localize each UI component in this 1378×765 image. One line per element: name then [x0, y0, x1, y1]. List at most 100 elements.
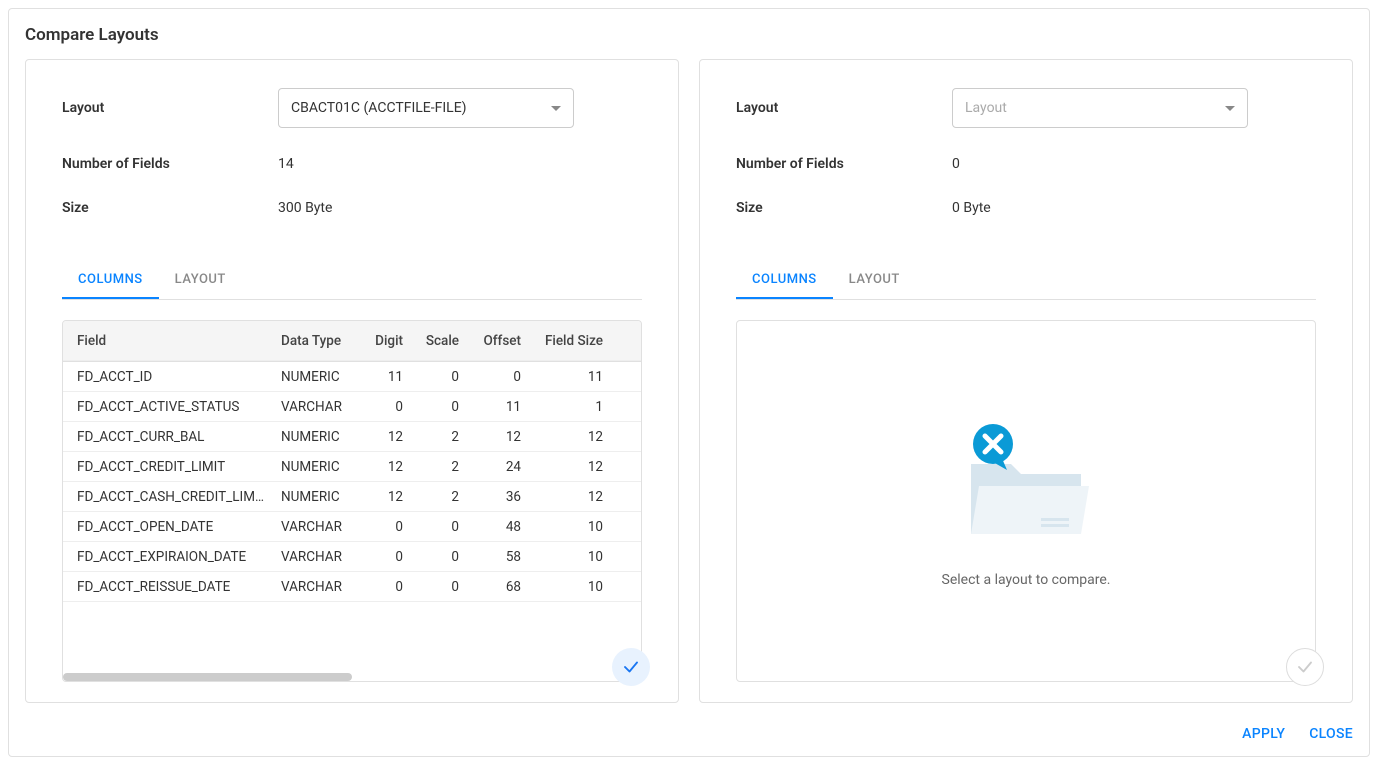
left-layout-row: Layout CBACT01C (ACCTFILE-FILE) [62, 88, 642, 128]
table-cell: 48 [467, 519, 529, 535]
table-cell: 58 [467, 549, 529, 565]
horizontal-scrollbar[interactable] [63, 673, 352, 681]
left-tabs: COLUMNS LAYOUT [62, 262, 642, 300]
table-row[interactable]: FD_ACCT_CREDIT_LIMITNUMERIC1222412 [63, 452, 641, 482]
right-confirm-button[interactable] [1286, 648, 1324, 686]
left-layout-select[interactable]: CBACT01C (ACCTFILE-FILE) [278, 88, 574, 128]
table-body[interactable]: FD_ACCT_IDNUMERIC110011FD_ACCT_ACTIVE_ST… [63, 362, 641, 681]
table-cell: 11 [467, 399, 529, 415]
table-cell: 68 [467, 579, 529, 595]
table-cell: 12 [355, 429, 411, 445]
table-cell: 0 [355, 549, 411, 565]
table-cell: VARCHAR [273, 519, 355, 535]
close-button[interactable]: CLOSE [1309, 726, 1353, 742]
page-title: Compare Layouts [25, 25, 1353, 45]
right-layout-row: Layout Layout [736, 88, 1316, 128]
col-field: Field [63, 333, 273, 349]
table-row[interactable]: FD_ACCT_EXPIRAION_DATEVARCHAR005810 [63, 542, 641, 572]
table-cell: 0 [411, 369, 467, 385]
table-cell: 2 [411, 459, 467, 475]
table-header-row: Field Data Type Digit Scale Offset Field… [63, 321, 641, 361]
table-cell: NUMERIC [273, 459, 355, 475]
table-row[interactable]: FD_ACCT_CURR_BALNUMERIC1221212 [63, 422, 641, 452]
left-table: Field Data Type Digit Scale Offset Field… [62, 320, 642, 682]
table-cell: FD_ACCT_CASH_CREDIT_LIMIT [63, 489, 273, 505]
tab-columns[interactable]: COLUMNS [736, 262, 833, 299]
numfields-label: Number of Fields [736, 156, 952, 172]
table-cell: 2 [411, 489, 467, 505]
table-cell: FD_ACCT_ACTIVE_STATUS [63, 399, 273, 415]
table-cell: 36 [467, 489, 529, 505]
size-label: Size [62, 200, 278, 216]
table-cell: 10 [529, 579, 611, 595]
left-layout-value: CBACT01C (ACCTFILE-FILE) [291, 100, 467, 116]
table-cell: 1 [529, 399, 611, 415]
table-cell: VARCHAR [273, 579, 355, 595]
table-cell: 0 [411, 519, 467, 535]
apply-button[interactable]: APPLY [1242, 726, 1285, 742]
table-cell: 12 [529, 429, 611, 445]
table-header: Field Data Type Digit Scale Offset Field… [63, 321, 641, 362]
table-cell: 24 [467, 459, 529, 475]
table-cell: NUMERIC [273, 489, 355, 505]
table-row[interactable]: FD_ACCT_REISSUE_DATEVARCHAR006810 [63, 572, 641, 602]
table-cell: FD_ACCT_CURR_BAL [63, 429, 273, 445]
compare-layouts-dialog: Compare Layouts Layout CBACT01C (ACCTFIL… [8, 8, 1370, 757]
table-cell: FD_ACCT_OPEN_DATE [63, 519, 273, 535]
right-numfields-value: 0 [952, 156, 960, 172]
col-datatype: Data Type [273, 333, 355, 349]
chevron-down-icon [551, 106, 561, 111]
col-size: Field Size [529, 333, 611, 349]
table-row[interactable]: FD_ACCT_OPEN_DATEVARCHAR004810 [63, 512, 641, 542]
tab-layout[interactable]: LAYOUT [833, 262, 916, 299]
table-cell: 2 [411, 429, 467, 445]
table-cell: 0 [355, 519, 411, 535]
table-cell: 10 [529, 549, 611, 565]
table-cell: 12 [529, 459, 611, 475]
table-cell: 11 [529, 369, 611, 385]
table-cell: FD_ACCT_REISSUE_DATE [63, 579, 273, 595]
layout-label: Layout [736, 100, 952, 116]
left-numfields-row: Number of Fields 14 [62, 156, 642, 172]
right-layout-select[interactable]: Layout [952, 88, 1248, 128]
tab-columns[interactable]: COLUMNS [62, 262, 159, 299]
left-size-row: Size 300 Byte [62, 200, 642, 216]
check-icon [1296, 658, 1314, 676]
table-cell: 12 [529, 489, 611, 505]
size-label: Size [736, 200, 952, 216]
chevron-down-icon [1225, 106, 1235, 111]
left-numfields-value: 14 [278, 156, 294, 172]
table-cell: 0 [467, 369, 529, 385]
table-cell: FD_ACCT_EXPIRAION_DATE [63, 549, 273, 565]
right-numfields-row: Number of Fields 0 [736, 156, 1316, 172]
table-row[interactable]: FD_ACCT_IDNUMERIC110011 [63, 362, 641, 392]
table-cell: 0 [411, 549, 467, 565]
table-cell: 0 [355, 579, 411, 595]
table-cell: NUMERIC [273, 369, 355, 385]
table-cell: VARCHAR [273, 399, 355, 415]
right-size-value: 0 Byte [952, 200, 991, 216]
right-tabs: COLUMNS LAYOUT [736, 262, 1316, 300]
table-cell: 0 [355, 399, 411, 415]
table-cell: 10 [529, 519, 611, 535]
col-digit: Digit [355, 333, 411, 349]
left-size-value: 300 Byte [278, 200, 332, 216]
panels-container: Layout CBACT01C (ACCTFILE-FILE) Number o… [25, 59, 1353, 703]
table-cell: 0 [411, 579, 467, 595]
table-row[interactable]: FD_ACCT_ACTIVE_STATUSVARCHAR00111 [63, 392, 641, 422]
check-icon [622, 658, 640, 676]
left-confirm-button[interactable] [612, 648, 650, 686]
footer-buttons: APPLY CLOSE [1242, 726, 1353, 742]
empty-message: Select a layout to compare. [942, 572, 1111, 588]
tab-layout[interactable]: LAYOUT [159, 262, 242, 299]
right-size-row: Size 0 Byte [736, 200, 1316, 216]
table-cell: 11 [355, 369, 411, 385]
table-cell: 0 [411, 399, 467, 415]
table-cell: VARCHAR [273, 549, 355, 565]
table-row[interactable]: FD_ACCT_CASH_CREDIT_LIMITNUMERIC1223612 [63, 482, 641, 512]
col-offset: Offset [467, 333, 529, 349]
right-panel: Layout Layout Number of Fields 0 Size 0 … [699, 59, 1353, 703]
table-cell: FD_ACCT_ID [63, 369, 273, 385]
empty-folder-icon [951, 414, 1101, 544]
table-cell: NUMERIC [273, 429, 355, 445]
